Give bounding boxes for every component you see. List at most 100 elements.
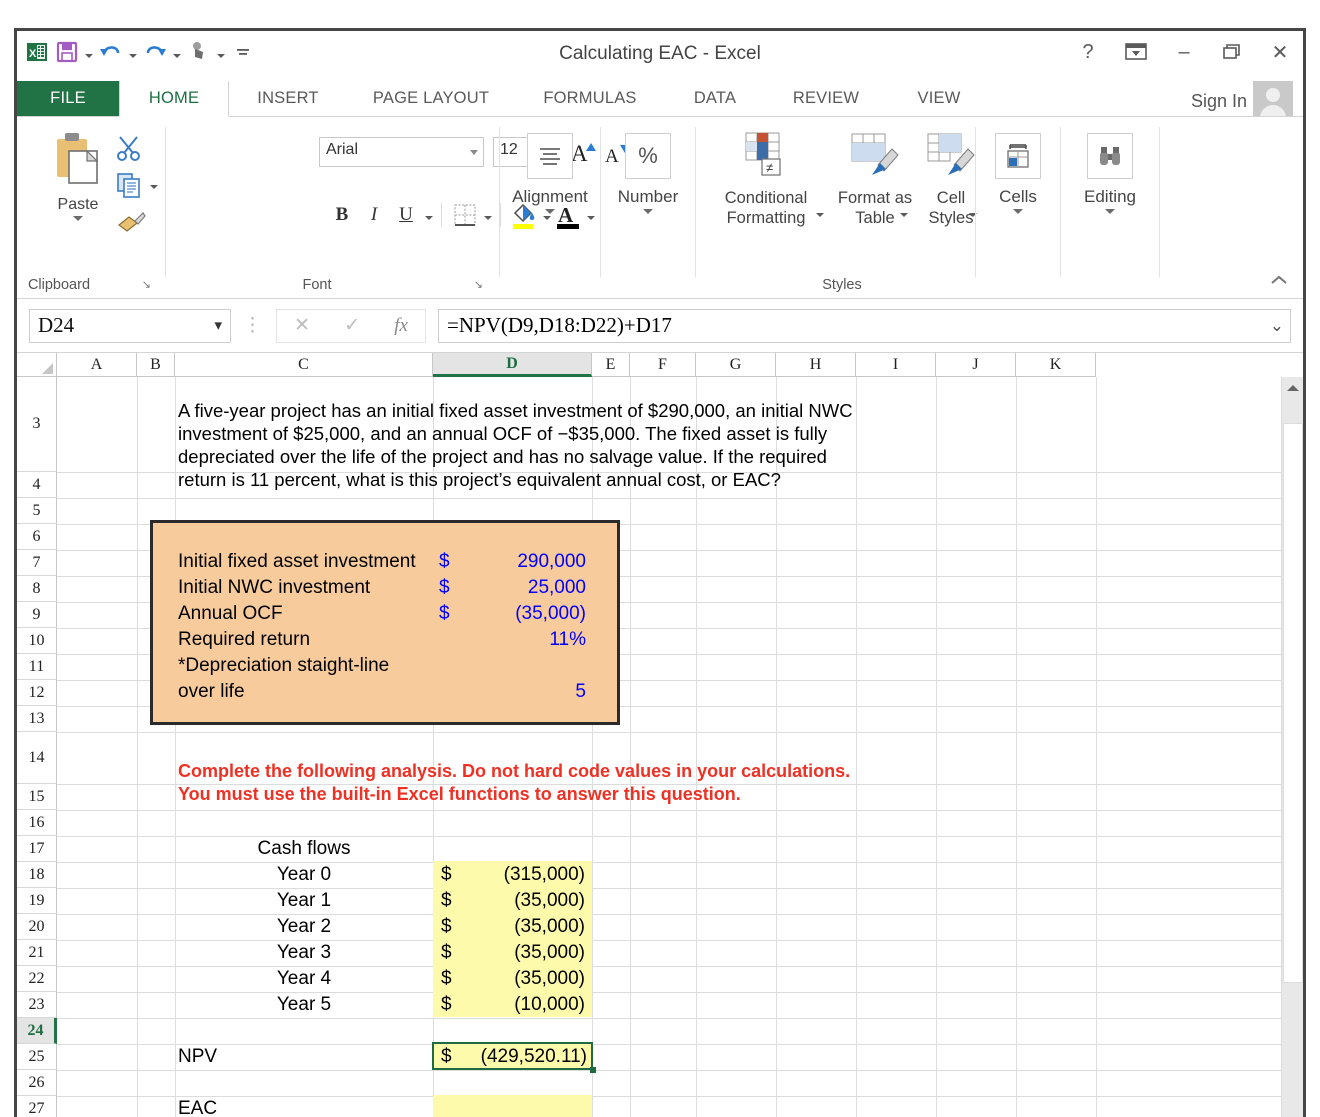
borders-button[interactable] [450,199,480,231]
title-bar: X Calculating EAC - Excel ? – ✕ Sign In [17,31,1303,121]
ribbon-display-options-icon[interactable] [1123,39,1149,65]
editing-button[interactable]: Editing [1062,133,1158,214]
conditional-formatting-caret[interactable] [816,213,824,217]
group-separator [1060,127,1061,277]
editing-dropdown-caret[interactable] [1105,209,1115,214]
formula-input[interactable]: =NPV(D9,D18:D22)+D17 ⌄ [438,308,1291,343]
alignment-button[interactable]: Alignment [501,133,599,214]
cancel-edit-button[interactable]: ✕ [294,314,310,337]
collapse-ribbon-button[interactable] [1269,273,1289,292]
format-as-table-caret[interactable] [900,213,908,217]
column-header-e[interactable]: E [592,353,630,377]
underline-button[interactable]: U [391,199,421,231]
column-header-c[interactable]: C [175,353,433,377]
cell-area: A five-year project has an initial fixed… [57,377,1303,1117]
column-header-k[interactable]: K [1016,353,1096,377]
scroll-up-button[interactable] [1282,377,1303,399]
cut-button[interactable] [115,133,145,168]
bold-button[interactable]: B [327,199,357,231]
row-header-8[interactable]: 8 [17,576,57,602]
row-header-27[interactable]: 27 [17,1096,57,1117]
copy-button[interactable] [115,171,158,199]
row-header-4[interactable]: 4 [17,472,57,498]
insert-function-button[interactable]: fx [394,315,408,337]
column-header-i[interactable]: I [856,353,936,377]
row-header-20[interactable]: 20 [17,914,57,940]
tab-review[interactable]: REVIEW [765,81,887,116]
row-header-19[interactable]: 19 [17,888,57,914]
tab-view[interactable]: VIEW [887,81,991,116]
vertical-scrollbar[interactable] [1281,377,1303,1117]
row-header-14[interactable]: 14 [17,732,57,784]
row-header-24[interactable]: 24 [17,1018,57,1044]
help-button[interactable]: ? [1075,39,1101,65]
font-name-caret[interactable] [470,150,478,155]
paste-dropdown-caret[interactable] [73,216,83,221]
name-box-caret[interactable]: ▾ [214,316,222,335]
tab-page-layout[interactable]: PAGE LAYOUT [347,81,515,116]
row-header-5[interactable]: 5 [17,498,57,524]
row-header-11[interactable]: 11 [17,654,57,680]
active-cell-selection[interactable] [432,1042,593,1070]
row-header-21[interactable]: 21 [17,940,57,966]
cashflow-value-0: (315,000) [503,864,585,885]
scrollbar-thumb[interactable] [1283,423,1303,983]
name-box[interactable]: D24 ▾ [29,308,231,343]
row-header-12[interactable]: 12 [17,680,57,706]
tab-insert[interactable]: INSERT [229,81,347,116]
font-name-input[interactable]: Arial [319,137,484,167]
copy-dropdown-caret[interactable] [150,185,158,189]
format-painter-button[interactable] [115,207,147,240]
row-header-6[interactable]: 6 [17,524,57,550]
column-header-f[interactable]: F [630,353,696,377]
confirm-edit-button[interactable]: ✓ [344,314,360,337]
tab-data[interactable]: DATA [665,81,765,116]
row-header-16[interactable]: 16 [17,810,57,836]
row-header-9[interactable]: 9 [17,602,57,628]
row-header-7[interactable]: 7 [17,550,57,576]
row-header-22[interactable]: 22 [17,966,57,992]
select-all-corner[interactable] [17,353,57,377]
italic-button[interactable]: I [359,199,389,231]
input-cell-eac[interactable] [433,1095,592,1117]
alignment-dropdown-caret[interactable] [545,209,555,214]
column-header-g[interactable]: G [696,353,776,377]
gridline [57,810,1303,811]
row-header-13[interactable]: 13 [17,706,57,732]
borders-dropdown-caret[interactable] [484,216,492,220]
cells-dropdown-caret[interactable] [1013,209,1023,214]
clipboard-dialog-launcher[interactable]: ↘ [142,278,151,291]
paste-button[interactable]: Paste [43,129,113,221]
tab-file[interactable]: FILE [17,81,119,116]
column-header-h[interactable]: H [776,353,856,377]
number-button[interactable]: % Number [602,133,694,214]
minimize-button[interactable]: – [1171,39,1197,65]
number-dropdown-caret[interactable] [643,209,653,214]
cells-button[interactable]: Cells [977,133,1059,214]
tab-formulas[interactable]: FORMULAS [515,81,665,116]
column-header-j[interactable]: J [936,353,1016,377]
fill-handle[interactable] [590,1067,596,1073]
expand-formula-bar-caret[interactable]: ⌄ [1270,316,1284,336]
font-dialog-launcher[interactable]: ↘ [474,278,483,291]
row-header-3[interactable]: 3 [17,377,57,472]
row-header-25[interactable]: 25 [17,1044,57,1070]
row-header-15[interactable]: 15 [17,784,57,810]
row-header-17[interactable]: 17 [17,836,57,862]
row-header-10[interactable]: 10 [17,628,57,654]
column-header-d[interactable]: D [433,353,592,377]
close-button[interactable]: ✕ [1267,39,1293,65]
formula-text: =NPV(D9,D18:D22)+D17 [447,313,672,337]
cashflow-label-0: Year 0 [276,864,332,885]
row-header-23[interactable]: 23 [17,992,57,1018]
column-header-b[interactable]: B [137,353,175,377]
ribbon-group-alignment: Alignment [501,117,599,299]
conditional-formatting-button[interactable]: ≠ Conditional Formatting [701,131,831,228]
restore-button[interactable] [1219,39,1245,65]
column-header-a[interactable]: A [57,353,137,377]
tab-home[interactable]: HOME [119,81,229,117]
ribbon-group-font: Arial 12 A A B I U A Font ↘ [167,117,630,299]
underline-dropdown-caret[interactable] [425,216,433,220]
row-header-18[interactable]: 18 [17,862,57,888]
row-header-26[interactable]: 26 [17,1070,57,1096]
